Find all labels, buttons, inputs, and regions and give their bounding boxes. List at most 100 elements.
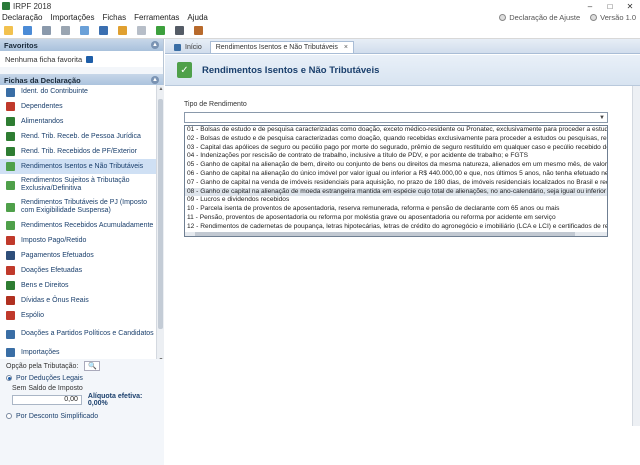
sidebar: Favoritos ▲ Nenhuma ficha favorita Ficha… xyxy=(0,39,164,465)
ficha-icon xyxy=(6,180,15,190)
close-window-button[interactable]: ✕ xyxy=(620,0,640,12)
info-icon xyxy=(86,55,94,63)
ficha-icon xyxy=(6,251,15,260)
sidebar-item[interactable]: Dependentes xyxy=(0,99,156,114)
radio-deducoes[interactable]: Por Deduções Legais xyxy=(0,373,164,383)
fichas-list: Ident. do Contribuinte Dependentes Aliment… xyxy=(0,85,156,364)
ficha-icon xyxy=(6,102,15,111)
collapse-icon[interactable]: ▲ xyxy=(151,76,159,84)
dropdown-option[interactable]: 06 - Ganho de capital na alienação do ún… xyxy=(185,170,607,179)
sidebar-item[interactable]: Espólio xyxy=(0,308,156,323)
tab-rendimentos-isentos[interactable]: Rendimentos Isentos e Não Tributáveis × xyxy=(209,41,355,53)
sidebar-item[interactable]: Rendimentos Recebidos Acumuladamente xyxy=(0,218,156,233)
sidebar-item-label: Bens e Direitos xyxy=(21,281,69,289)
open-icon xyxy=(23,26,32,35)
declaracao-link[interactable]: Declaração de Ajuste xyxy=(499,13,580,22)
import-button[interactable] xyxy=(78,25,91,37)
new-button[interactable] xyxy=(2,25,15,37)
chevron-down-icon[interactable]: ▼ xyxy=(597,113,607,122)
home-icon xyxy=(174,43,181,51)
window-title: IRPF 2018 xyxy=(13,1,52,11)
sidebar-item[interactable]: Imposto Pago/Retido xyxy=(0,233,156,248)
sidebar-item[interactable]: Rendimentos Tributáveis de PJ (Imposto c… xyxy=(0,196,156,218)
calc-button[interactable] xyxy=(173,25,186,37)
scroll-thumb[interactable] xyxy=(158,99,163,329)
menu-fichas[interactable]: Fichas xyxy=(103,13,127,22)
dropdown-option[interactable]: 08 - Ganho de capital na alienação de mo… xyxy=(185,187,607,197)
sidebar-item-label: Ident. do Contribuinte xyxy=(21,88,88,95)
dropdown-option[interactable]: 12 - Rendimentos de cadernetas de poupan… xyxy=(185,223,607,232)
dropdown-option[interactable]: 04 - Indenizações por rescisão de contra… xyxy=(185,152,607,161)
scroll-up-icon[interactable]: ▲ xyxy=(157,85,165,93)
ficha-icon xyxy=(6,202,15,212)
dropdown-option[interactable]: 02 - Bolsas de estudo e de pesquisa cara… xyxy=(185,135,607,144)
open-button[interactable] xyxy=(21,25,34,37)
sidebar-item[interactable]: Bens e Direitos xyxy=(0,278,156,293)
dropdown-option[interactable]: 10 - Parcela isenta de proventos de apos… xyxy=(185,205,607,214)
print-icon xyxy=(137,26,146,35)
ficha-icon xyxy=(6,329,15,339)
close-tab-icon[interactable]: × xyxy=(344,44,348,51)
tab-inicio[interactable]: Início xyxy=(169,41,207,53)
sidebar-item[interactable]: Pagamentos Efetuados xyxy=(0,248,156,263)
menu-declaracao[interactable]: Declaração xyxy=(2,13,42,22)
search-button[interactable] xyxy=(116,25,129,37)
menu-ferramentas[interactable]: Ferramentas xyxy=(134,13,179,22)
main-panel: Início Rendimentos Isentos e Não Tributá… xyxy=(165,39,640,426)
transmit-button[interactable] xyxy=(97,25,110,37)
print-button[interactable] xyxy=(135,25,148,37)
tipo-rendimento-select[interactable]: ▼ xyxy=(184,112,608,123)
book-button[interactable] xyxy=(192,25,205,37)
sidebar-item[interactable]: Rend. Trib. Recebidos de PF/Exterior xyxy=(0,144,156,159)
sidebar-item[interactable]: Importações xyxy=(0,345,156,360)
section-header: ✓ Rendimentos Isentos e Não Tributáveis xyxy=(165,55,640,86)
search-icon xyxy=(118,26,127,35)
sidebar-item-label: Espólio xyxy=(21,311,44,319)
dropdown-option[interactable]: 07 - Ganho de capital na venda de imóvei… xyxy=(185,179,607,188)
favoritos-header[interactable]: Favoritos ▲ xyxy=(0,39,163,51)
import-icon xyxy=(80,26,89,35)
sidebar-scrollbar[interactable]: ▲ ▼ xyxy=(156,85,164,364)
sidebar-item-label: Importações xyxy=(21,348,60,356)
title-bar: IRPF 2018 – □ ✕ xyxy=(0,0,640,12)
sidebar-item[interactable]: Rend. Trib. Receb. de Pessoa Jurídica xyxy=(0,129,156,144)
ficha-icon xyxy=(6,236,15,245)
maximize-button[interactable]: □ xyxy=(600,0,620,12)
ficha-icon xyxy=(6,296,15,305)
header-links: Declaração de Ajuste Versão 1.0 xyxy=(499,12,636,23)
search-button[interactable]: 🔍 xyxy=(84,361,101,371)
sidebar-item[interactable]: Rendimentos Sujeitos à Tributação Exclus… xyxy=(0,174,156,196)
sidebar-item[interactable]: Doações Efetuadas xyxy=(0,263,156,278)
dropdown-option[interactable]: 09 - Lucros e dividendos recebidos xyxy=(185,196,607,205)
sidebar-item-label: Rendimentos Sujeitos à Tributação Exclus… xyxy=(21,177,130,192)
dropdown-option[interactable]: 01 - Bolsas de estudo e de pesquisa cara… xyxy=(185,126,607,135)
menu-ajuda[interactable]: Ajuda xyxy=(187,13,207,22)
dropdown-option[interactable]: 03 - Capital das apólices de seguro ou p… xyxy=(185,144,607,153)
sidebar-item-label: Dívidas e Ônus Reais xyxy=(21,296,89,304)
sidebar-item-label: Rendimentos Tributáveis de PJ (Imposto c… xyxy=(21,199,148,214)
ficha-icon xyxy=(6,311,15,320)
sidebar-item[interactable]: Ident. do Contribuinte xyxy=(0,85,156,99)
sidebar-item[interactable]: Dívidas e Ônus Reais xyxy=(0,293,156,308)
collapse-icon[interactable]: ▲ xyxy=(151,41,159,49)
menu-importacoes[interactable]: Importações xyxy=(50,13,94,22)
save-icon xyxy=(42,26,51,35)
dropdown-option[interactable]: 05 - Ganho de capital na alienação de be… xyxy=(185,161,607,170)
sidebar-item[interactable]: Alimentandos xyxy=(0,114,156,129)
sidebar-item[interactable]: Doações a Partidos Políticos e Candidato… xyxy=(0,323,156,345)
opcao-label: Opção pela Tributação: xyxy=(6,362,79,370)
save-button[interactable] xyxy=(40,25,53,37)
horizontal-scrollbar[interactable] xyxy=(185,232,607,236)
check-button[interactable] xyxy=(154,25,167,37)
ficha-icon xyxy=(6,162,15,171)
delete-button[interactable] xyxy=(59,25,72,37)
versao-link[interactable]: Versão 1.0 xyxy=(590,13,636,22)
radio-simplificado[interactable]: Por Desconto Simplificado xyxy=(0,411,164,421)
dropdown-option[interactable]: 11 - Pensão, proventos de aposentadoria … xyxy=(185,214,607,223)
sidebar-item[interactable]: Rendimentos Isentos e Não Tributáveis xyxy=(0,159,156,174)
sidebar-item-label: Alimentandos xyxy=(21,117,64,125)
minimize-button[interactable]: – xyxy=(580,0,600,12)
main-scrollbar[interactable] xyxy=(632,86,640,426)
ficha-icon xyxy=(6,132,15,141)
check-icon xyxy=(156,26,165,35)
